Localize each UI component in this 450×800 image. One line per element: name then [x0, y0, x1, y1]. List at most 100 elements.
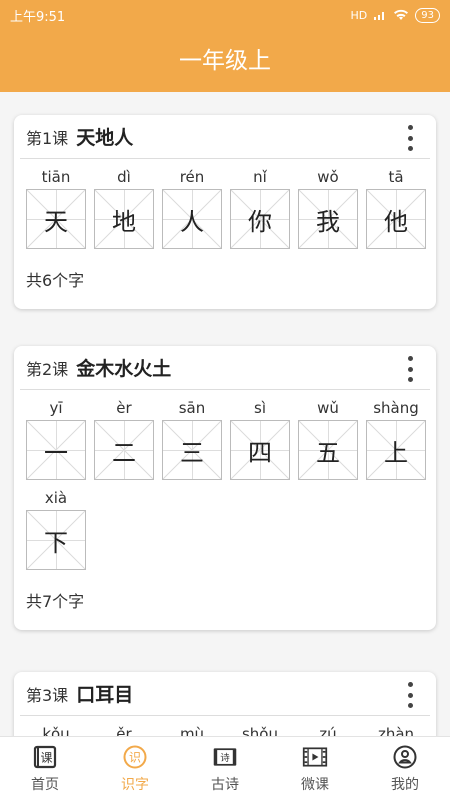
pinyin-label: yī	[49, 399, 63, 417]
char-grid: tiān 天 dì 地 rén 人 nǐ 你 wǒ 我 tā 他	[14, 159, 436, 255]
pinyin-label: nǐ	[253, 168, 267, 186]
char-cell[interactable]: tā 他	[366, 165, 426, 249]
bottom-tab-bar: 课 首页 识 识字 诗 古诗 微课 我的	[0, 736, 450, 800]
pinyin-label: tiān	[41, 168, 71, 186]
char-cell[interactable]: zhàn	[366, 722, 426, 736]
poem-scroll-icon: 诗	[212, 744, 238, 770]
char-cell[interactable]: zú	[298, 722, 358, 736]
char-box[interactable]: 四	[230, 420, 290, 480]
svg-text:诗: 诗	[220, 752, 230, 763]
char-cell[interactable]: wǔ 五	[298, 396, 358, 480]
literacy-icon: 识	[122, 744, 148, 770]
char-box[interactable]: 二	[94, 420, 154, 480]
lesson-card[interactable]: 第2课 金木水火土 yī 一 èr 二 sān 三 sì 四 wǔ 五 shàng 上 xi…	[14, 346, 436, 630]
pinyin-label: sì	[254, 399, 266, 417]
char-grid: yī 一 èr 二 sān 三 sì 四 wǔ 五 shàng 上 xià 下	[14, 390, 436, 576]
status-bar: 上午9:51 HD 93	[0, 0, 450, 30]
more-options-icon[interactable]	[400, 354, 420, 384]
char-box[interactable]: 我	[298, 189, 358, 249]
status-time: 上午9:51	[10, 9, 66, 25]
svg-text:识: 识	[129, 750, 141, 764]
page-title: 一年级上	[179, 48, 271, 74]
char-cell[interactable]: tiān 天	[26, 165, 86, 249]
char-box[interactable]: 下	[26, 510, 86, 570]
char-cell[interactable]: yī 一	[26, 396, 86, 480]
tab-video[interactable]: 微课	[270, 737, 360, 800]
tab-mine[interactable]: 我的	[360, 737, 450, 800]
char-cell[interactable]: sān 三	[162, 396, 222, 480]
char-cell[interactable]: ěr	[94, 722, 154, 736]
tab-label: 微课	[301, 776, 329, 793]
tab-label: 我的	[391, 776, 419, 793]
tab-literacy[interactable]: 识 识字	[90, 737, 180, 800]
char-cell[interactable]: nǐ 你	[230, 165, 290, 249]
more-options-icon[interactable]	[400, 680, 420, 710]
char-cell[interactable]: sì 四	[230, 396, 290, 480]
wifi-icon	[394, 9, 409, 20]
char-box[interactable]: 人	[162, 189, 222, 249]
lesson-number: 第2课	[26, 359, 69, 379]
pinyin-label: dì	[117, 168, 131, 186]
char-box[interactable]: 天	[26, 189, 86, 249]
lesson-book-icon: 课	[32, 744, 58, 770]
app-header: 上午9:51 HD 93 一年级上	[0, 0, 450, 92]
pinyin-label: zú	[319, 725, 337, 736]
lesson-number: 第3课	[26, 685, 69, 705]
char-box[interactable]: 你	[230, 189, 290, 249]
tab-label: 首页	[31, 776, 59, 793]
char-box[interactable]: 三	[162, 420, 222, 480]
char-cell[interactable]: wǒ 我	[298, 165, 358, 249]
char-box[interactable]: 一	[26, 420, 86, 480]
pinyin-label: mù	[179, 725, 205, 736]
network-label: HD	[350, 8, 368, 22]
lesson-title: 天地人	[76, 127, 134, 149]
char-cell[interactable]: rén 人	[162, 165, 222, 249]
status-icons: HD 93	[350, 7, 440, 23]
char-count: 共7个字	[26, 592, 85, 611]
pinyin-label: kǒu	[42, 725, 70, 736]
profile-icon	[392, 744, 418, 770]
char-box[interactable]: 他	[366, 189, 426, 249]
tab-home[interactable]: 课 首页	[0, 737, 90, 800]
tab-poems[interactable]: 诗 古诗	[180, 737, 270, 800]
char-grid: kǒu ěr mù shǒu zú zhàn	[14, 716, 436, 736]
lesson-title: 金木水火土	[76, 358, 172, 380]
pinyin-label: zhàn	[377, 725, 415, 736]
pinyin-label: ěr	[116, 725, 132, 736]
char-box[interactable]: 地	[94, 189, 154, 249]
svg-text:课: 课	[40, 751, 52, 765]
tab-label: 识字	[121, 776, 149, 793]
char-box[interactable]: 上	[366, 420, 426, 480]
char-count: 共6个字	[26, 271, 85, 290]
char-cell[interactable]: shàng 上	[366, 396, 426, 480]
pinyin-label: xià	[44, 489, 68, 507]
lesson-header: 第2课 金木水火土	[20, 346, 430, 390]
lesson-number: 第1课	[26, 128, 69, 148]
more-options-icon[interactable]	[400, 123, 420, 153]
pinyin-label: shǒu	[241, 725, 278, 736]
char-cell[interactable]: mù	[162, 722, 222, 736]
char-cell[interactable]: xià 下	[26, 486, 86, 570]
lesson-card[interactable]: 第3课 口耳目 kǒu ěr mù shǒu zú zhàn	[14, 672, 436, 736]
film-icon	[302, 744, 328, 770]
pinyin-label: sān	[178, 399, 206, 417]
char-cell[interactable]: èr 二	[94, 396, 154, 480]
pinyin-label: wǒ	[317, 168, 339, 186]
pinyin-label: tā	[388, 168, 404, 186]
char-cell[interactable]: shǒu	[230, 722, 290, 736]
signal-icon	[374, 12, 385, 20]
pinyin-label: èr	[116, 399, 132, 417]
lesson-list[interactable]: 第1课 天地人 tiān 天 dì 地 rén 人 nǐ 你 wǒ 我 tā 他 共6个字 …	[0, 92, 450, 736]
pinyin-label: rén	[179, 168, 205, 186]
tab-label: 古诗	[211, 776, 239, 793]
pinyin-label: shàng	[373, 399, 419, 417]
char-box[interactable]: 五	[298, 420, 358, 480]
char-cell[interactable]: dì 地	[94, 165, 154, 249]
lesson-title: 口耳目	[76, 684, 134, 706]
lesson-header: 第3课 口耳目	[20, 672, 430, 716]
char-cell[interactable]: kǒu	[26, 722, 86, 736]
lesson-header: 第1课 天地人	[20, 115, 430, 159]
battery-indicator: 93	[415, 7, 440, 23]
pinyin-label: wǔ	[317, 399, 339, 417]
lesson-card[interactable]: 第1课 天地人 tiān 天 dì 地 rén 人 nǐ 你 wǒ 我 tā 他 共6个字	[14, 115, 436, 309]
